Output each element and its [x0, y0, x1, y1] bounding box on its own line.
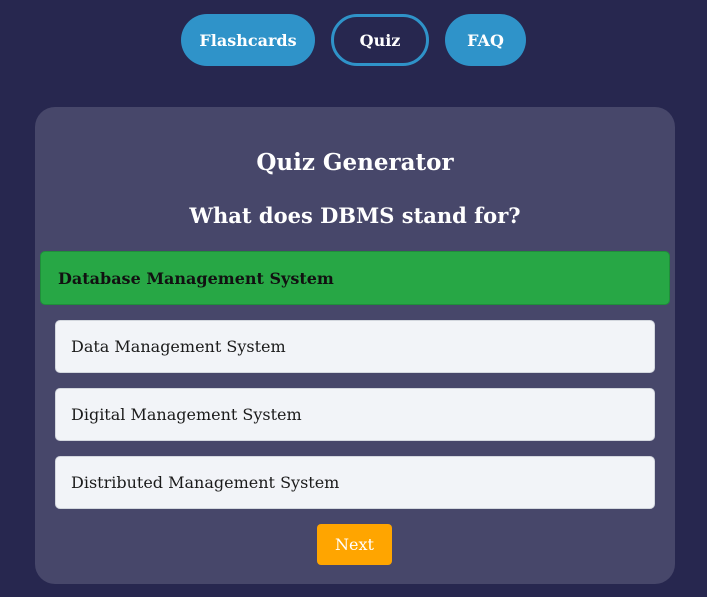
top-nav: Flashcards Quiz FAQ: [0, 14, 707, 66]
next-button[interactable]: Next: [317, 524, 392, 565]
answer-option-correct[interactable]: Database Management System: [40, 251, 670, 305]
quiz-button[interactable]: Quiz: [331, 14, 429, 66]
quiz-card: Quiz Generator What does DBMS stand for?…: [35, 107, 675, 584]
answer-option[interactable]: Distributed Management System: [55, 456, 655, 509]
flashcards-button[interactable]: Flashcards: [181, 14, 315, 66]
quiz-title: Quiz Generator: [256, 149, 454, 176]
answer-option[interactable]: Data Management System: [55, 320, 655, 373]
answer-option[interactable]: Digital Management System: [55, 388, 655, 441]
faq-button[interactable]: FAQ: [445, 14, 526, 66]
quiz-question: What does DBMS stand for?: [189, 203, 521, 228]
